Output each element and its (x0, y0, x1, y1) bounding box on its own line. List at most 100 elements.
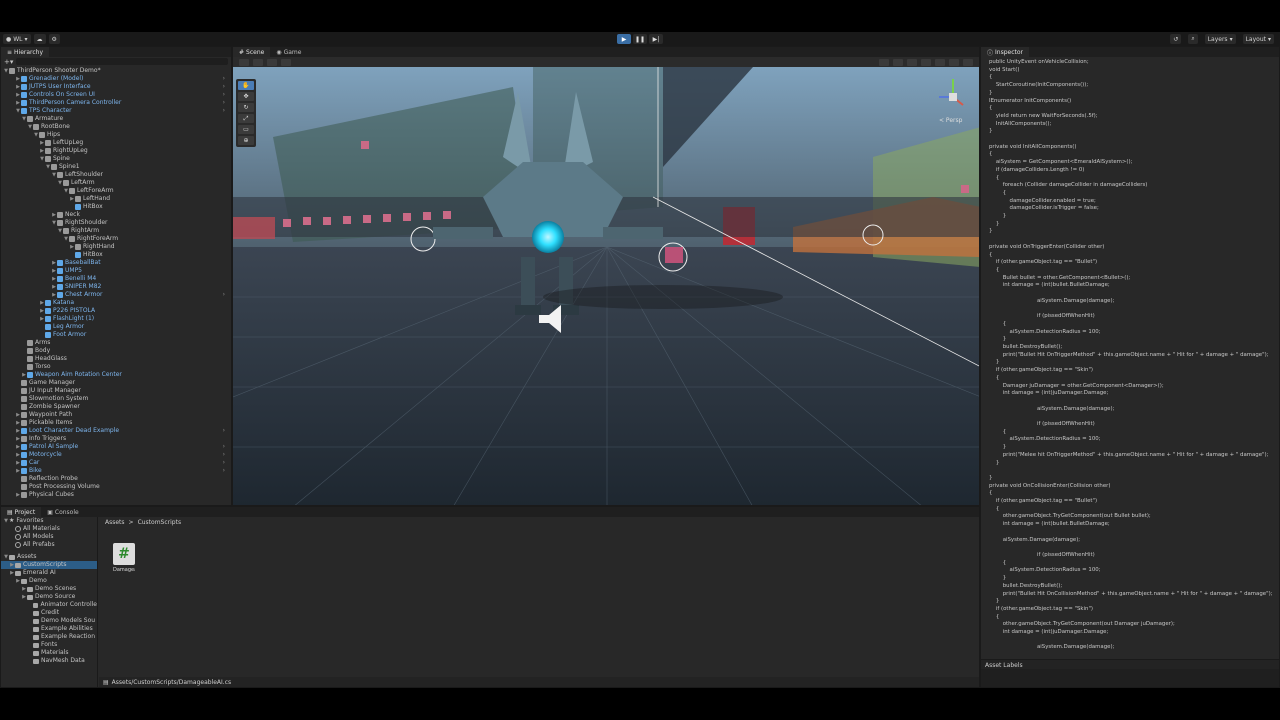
hierarchy-item[interactable]: Reflection Probe (1, 475, 231, 483)
hierarchy-item[interactable]: JU Input Manager (1, 387, 231, 395)
folder-item[interactable]: ▶ Demo Source (1, 593, 97, 601)
assets-root[interactable]: ▼ Assets (1, 553, 97, 561)
hierarchy-item[interactable]: ▶ Chest Armor › (1, 291, 231, 299)
tab-scene[interactable]: # Scene (233, 47, 271, 57)
hierarchy-item[interactable]: ▼ Hips (1, 131, 231, 139)
hierarchy-item[interactable]: Leg Armor (1, 323, 231, 331)
pivot-button[interactable] (253, 58, 263, 66)
hierarchy-item[interactable]: Slowmotion System (1, 395, 231, 403)
chevron-right-icon[interactable]: › (223, 459, 225, 467)
hierarchy-item[interactable]: ▶ Info Triggers (1, 435, 231, 443)
hierarchy-item[interactable]: Game Manager (1, 379, 231, 387)
hierarchy-item[interactable]: ▶ Physical Cubes (1, 491, 231, 499)
hidden-objects-toggle[interactable] (935, 58, 945, 66)
breadcrumb-customscripts[interactable]: CustomScripts (138, 519, 182, 526)
folder-item[interactable]: ▶ Demo Scenes (1, 585, 97, 593)
hierarchy-item[interactable]: ▼ TPS Character › (1, 107, 231, 115)
hierarchy-item[interactable]: HitBox (1, 203, 231, 211)
pause-button[interactable]: ❚❚ (633, 34, 647, 44)
folder-item[interactable]: Example Abilities (1, 625, 97, 633)
gizmos-button[interactable] (963, 58, 973, 66)
step-button[interactable]: ▶| (649, 34, 663, 44)
hierarchy-item[interactable]: HitBox (1, 251, 231, 259)
chevron-right-icon[interactable]: › (223, 91, 225, 99)
hierarchy-item[interactable]: ▼ Spine1 (1, 163, 231, 171)
hierarchy-item[interactable]: Torso (1, 363, 231, 371)
2d-toggle[interactable] (879, 58, 889, 66)
hierarchy-item[interactable]: ▼ Spine (1, 155, 231, 163)
hierarchy-item[interactable]: ▶ Grenadier (Model) › (1, 75, 231, 83)
scale-tool-button[interactable]: ⤢ (238, 114, 254, 123)
asset-tile-damageableai[interactable]: # DamageableAI (113, 543, 135, 573)
lighting-toggle[interactable] (893, 58, 903, 66)
chevron-right-icon[interactable]: › (223, 107, 225, 115)
chevron-right-icon[interactable]: › (223, 427, 225, 435)
audio-toggle[interactable] (907, 58, 917, 66)
hierarchy-item[interactable]: ▶ BaseballBat (1, 259, 231, 267)
tab-hierarchy[interactable]: ≡ Hierarchy (1, 47, 50, 57)
chevron-right-icon[interactable]: › (223, 451, 225, 459)
snap-button[interactable] (281, 58, 291, 66)
hand-tool-button[interactable]: ✋ (238, 81, 254, 90)
hierarchy-item[interactable]: ▶ SNIPER M82 (1, 283, 231, 291)
transform-tool-button[interactable]: ⊕ (238, 136, 254, 145)
tab-project[interactable]: ▤ Project (1, 507, 42, 517)
hierarchy-item[interactable]: ▶ RightUpLeg (1, 147, 231, 155)
move-tool-button[interactable]: ✥ (238, 92, 254, 101)
grid-button[interactable] (267, 58, 277, 66)
history-button[interactable]: ↺ (1170, 34, 1182, 44)
cloud-button[interactable]: ☁ (33, 34, 46, 44)
hierarchy-item[interactable]: Arms (1, 339, 231, 347)
hierarchy-item[interactable]: Foot Armor (1, 331, 231, 339)
hierarchy-item[interactable]: Zombie Spawner (1, 403, 231, 411)
layers-dropdown[interactable]: Layers ▾ (1204, 34, 1236, 44)
hierarchy-item[interactable]: ▶ Waypoint Path (1, 411, 231, 419)
hierarchy-item[interactable]: ▶ Benelli M4 (1, 275, 231, 283)
hierarchy-item[interactable]: ▼ RootBone (1, 123, 231, 131)
folder-item[interactable]: NavMesh Data (1, 657, 97, 665)
asset-labels-header[interactable]: Asset Labels (981, 659, 1279, 669)
hierarchy-item[interactable]: ▼ LeftForeArm (1, 187, 231, 195)
hierarchy-item[interactable]: ▼ RightForeArm (1, 235, 231, 243)
hierarchy-item[interactable]: Body (1, 347, 231, 355)
hierarchy-item[interactable]: ▶ P226 PISTOLA (1, 307, 231, 315)
hierarchy-item[interactable]: HeadGlass (1, 355, 231, 363)
hierarchy-item[interactable]: ▶ UMP5 (1, 267, 231, 275)
folder-item[interactable]: Credit (1, 609, 97, 617)
chevron-right-icon[interactable]: › (223, 443, 225, 451)
tab-console[interactable]: ▣ Console (41, 507, 85, 517)
hierarchy-item[interactable]: ▼ ThirdPerson Shooter Demo* (1, 67, 231, 75)
tab-game[interactable]: ◉ Game (270, 47, 307, 57)
scene-viewport[interactable]: < Persp ✋ ✥ ↻ ⤢ ▭ ⊕ (233, 67, 979, 505)
hierarchy-item[interactable]: ▼ LeftArm (1, 179, 231, 187)
chevron-right-icon[interactable]: › (223, 291, 225, 299)
hierarchy-item[interactable]: ▶ Motorcycle › (1, 451, 231, 459)
hierarchy-item[interactable]: ▶ Pickable Items (1, 419, 231, 427)
rect-tool-button[interactable]: ▭ (238, 125, 254, 134)
hierarchy-item[interactable]: ▶ Car › (1, 459, 231, 467)
hierarchy-item[interactable]: ▼ RightArm (1, 227, 231, 235)
chevron-right-icon[interactable]: › (223, 467, 225, 475)
chevron-right-icon[interactable]: › (223, 99, 225, 107)
favorite-item[interactable]: All Prefabs (1, 541, 97, 549)
camera-settings-button[interactable] (949, 58, 959, 66)
account-dropdown[interactable]: ● WL ▾ (3, 34, 31, 44)
draw-mode-button[interactable] (239, 58, 249, 66)
hierarchy-item[interactable]: ▶ Weapon Aim Rotation Center (1, 371, 231, 379)
favorite-item[interactable]: All Models (1, 533, 97, 541)
folder-item[interactable]: Materials (1, 649, 97, 657)
chevron-right-icon[interactable]: › (223, 75, 225, 83)
layout-dropdown[interactable]: Layout ▾ (1242, 34, 1274, 44)
hierarchy-item[interactable]: ▼ Armature (1, 115, 231, 123)
chevron-right-icon[interactable]: › (223, 83, 225, 91)
folder-item[interactable]: Demo Models Sou (1, 617, 97, 625)
hierarchy-item[interactable]: ▼ LeftShoulder (1, 171, 231, 179)
add-icon[interactable]: +▾ (4, 58, 13, 66)
hierarchy-search-input[interactable] (16, 58, 228, 65)
hierarchy-item[interactable]: ▶ FlashLight (1) (1, 315, 231, 323)
hierarchy-item[interactable]: ▶ LeftUpLeg (1, 139, 231, 147)
hierarchy-item[interactable]: ▶ LeftHand (1, 195, 231, 203)
folder-item[interactable]: Animator Controlle (1, 601, 97, 609)
folder-item[interactable]: ▶ Emerald AI (1, 569, 97, 577)
play-button[interactable]: ▶ (617, 34, 631, 44)
